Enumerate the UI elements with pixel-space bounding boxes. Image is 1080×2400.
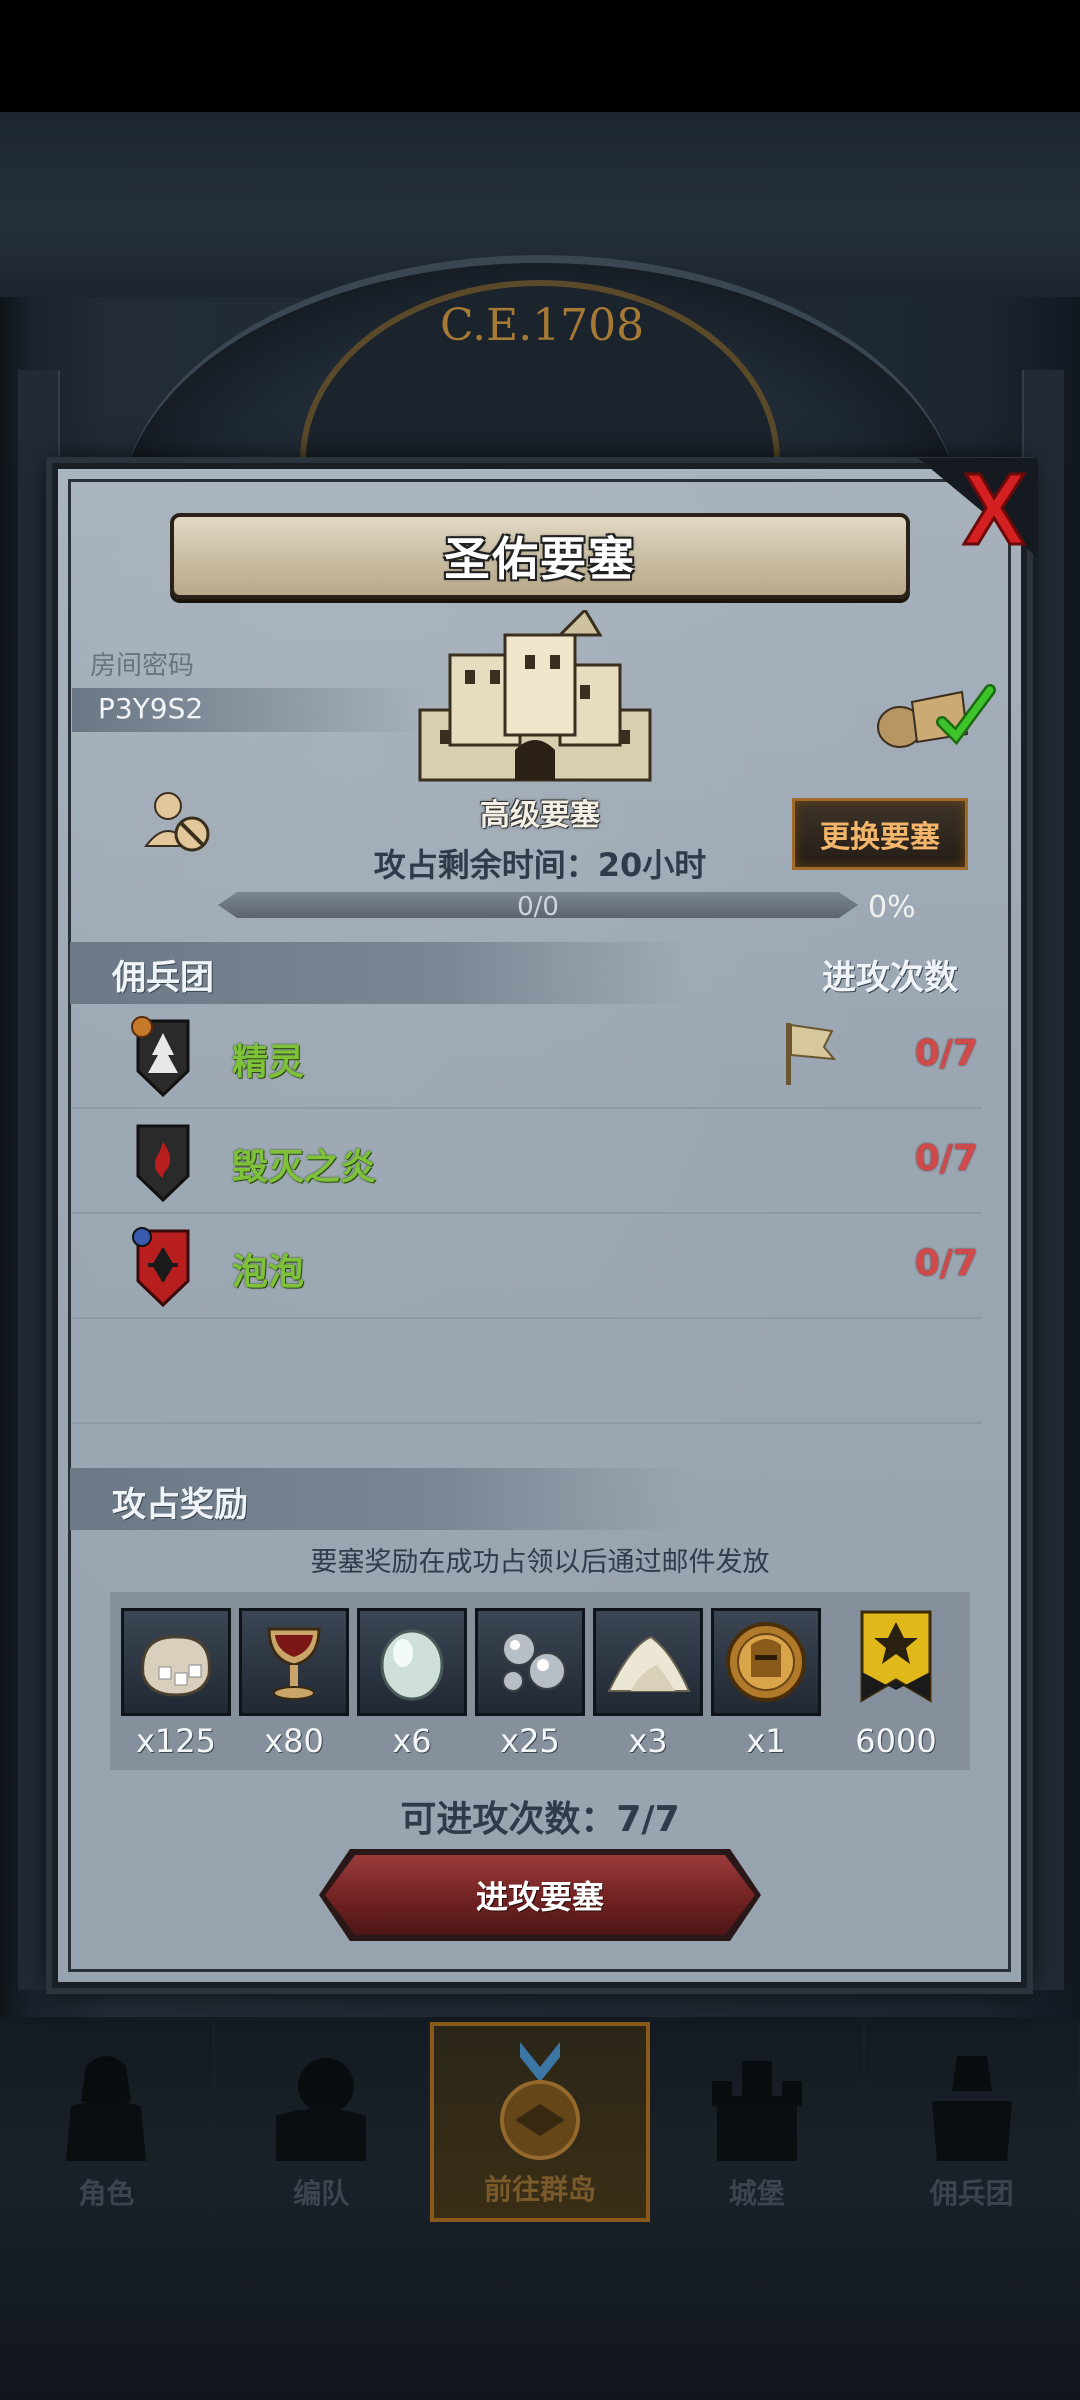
mercenary-icon xyxy=(931,2056,1012,2161)
no-entry-person-icon[interactable] xyxy=(142,788,214,854)
salt-pile-icon xyxy=(607,1635,691,1692)
nav-label: 编队 xyxy=(293,2177,350,2210)
fortress-level: 高级要塞 xyxy=(480,798,600,833)
progress-text: 0/0 xyxy=(517,892,559,922)
room-code: P3Y9S2 xyxy=(98,692,204,725)
mercenary-row[interactable]: 毁灭之炎 0/7 xyxy=(72,1110,982,1214)
ore-pouch-icon xyxy=(141,1635,211,1697)
supply-bags-icon[interactable] xyxy=(872,672,1002,752)
remaining-time: 攻占剩余时间：20小时 xyxy=(373,846,707,884)
knight-medal-icon xyxy=(726,1622,806,1702)
mercenary-attack-count: 0/7 xyxy=(914,1033,978,1074)
elf-shield-icon xyxy=(131,1016,190,1098)
reward-item[interactable] xyxy=(711,1608,821,1716)
nav-item-character[interactable]: 角色 xyxy=(0,2022,215,2222)
attack-fortress-button[interactable]: 进攻要塞 xyxy=(325,1855,755,1935)
reward-quantity: x1 xyxy=(746,1722,786,1760)
nav-item-formation[interactable]: 编队 xyxy=(215,2022,430,2222)
status-bar-area xyxy=(0,0,1080,112)
year-label: C.E.1708 xyxy=(440,300,645,351)
reward-item[interactable] xyxy=(357,1608,467,1716)
mercenary-header: 佣兵团 xyxy=(112,958,214,998)
formation-icon xyxy=(276,2058,367,2161)
reward-item[interactable] xyxy=(239,1608,349,1716)
rank-ribbon-icon[interactable] xyxy=(858,1608,934,1718)
reward-item[interactable] xyxy=(121,1608,231,1716)
flag-icon xyxy=(786,1023,837,1085)
change-fortress-button[interactable]: 更换要塞 xyxy=(792,798,968,870)
progress-percent: 0% xyxy=(868,890,916,925)
mercenary-name: 精灵 xyxy=(232,1042,305,1083)
reward-item[interactable] xyxy=(593,1608,703,1716)
nav-label: 城堡 xyxy=(728,2177,785,2210)
nav-label: 前往群岛 xyxy=(483,2173,596,2206)
nav-label: 佣兵团 xyxy=(929,2177,1014,2210)
goblet-icon xyxy=(267,1627,321,1700)
right-background-strip xyxy=(1022,370,1064,1990)
nav-label: 角色 xyxy=(78,2177,135,2210)
mercenary-row[interactable]: 泡泡 0/7 xyxy=(72,1215,982,1319)
nav-item-castle[interactable]: 城堡 xyxy=(650,2022,866,2222)
reward-quantity: 6000 xyxy=(855,1722,937,1760)
mercenary-attack-count: 0/7 xyxy=(914,1138,978,1179)
bottom-nav: 角色 编队 前往群岛 城堡 佣兵团 xyxy=(0,2022,1080,2222)
title-banner: 圣佑要塞 xyxy=(170,513,910,599)
reward-header: 攻占奖励 xyxy=(112,1485,248,1525)
mercenary-attack-count: 0/7 xyxy=(914,1243,978,1284)
empty-row xyxy=(72,1320,982,1424)
castle-icon xyxy=(711,2061,802,2161)
silver-orbs-icon xyxy=(502,1632,566,1692)
nav-item-islands[interactable]: 前往群岛 xyxy=(429,2022,651,2222)
bubble-shield-icon xyxy=(132,1227,190,1308)
nav-item-mercenary[interactable]: 佣兵团 xyxy=(865,2022,1080,2222)
close-button[interactable] xyxy=(918,458,1038,558)
page-title: 圣佑要塞 xyxy=(444,532,636,586)
mercenary-row[interactable]: 精灵 0/7 xyxy=(72,1005,982,1109)
reward-note: 要塞奖励在成功占领以后通过邮件发放 xyxy=(310,1547,770,1578)
mercenary-name: 泡泡 xyxy=(232,1252,305,1293)
reward-item[interactable] xyxy=(475,1608,585,1716)
attacks-remaining: 可进攻次数：7/7 xyxy=(400,1799,680,1840)
compass-icon xyxy=(499,2042,580,2160)
attack-count-header: 进攻次数 xyxy=(822,958,958,998)
fortress-icon xyxy=(418,610,652,782)
flame-shield-icon xyxy=(136,1124,190,1203)
room-password-label: 房间密码 xyxy=(90,651,195,681)
knight-icon xyxy=(66,2056,147,2161)
pearl-icon xyxy=(380,1629,444,1701)
mercenary-name: 毁灭之炎 xyxy=(232,1147,377,1188)
